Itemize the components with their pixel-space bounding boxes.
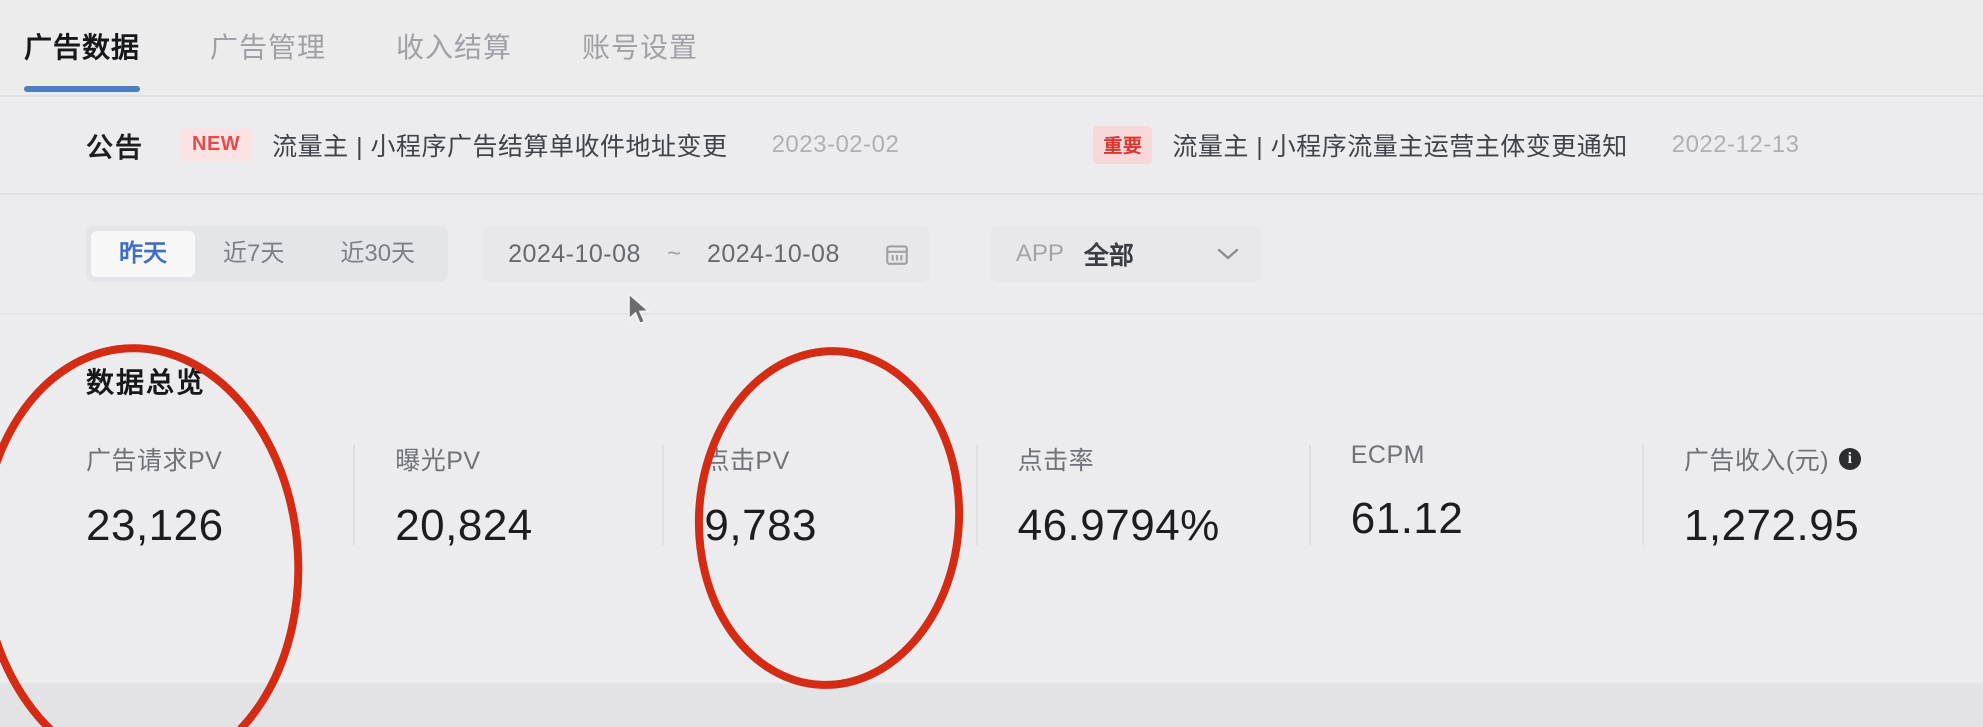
announcement-date: 2023-02-02: [771, 131, 900, 158]
metric-label: ECPM: [1351, 441, 1642, 470]
badge-new: NEW: [180, 129, 253, 161]
metric-label-text: 点击PV: [704, 447, 790, 475]
app-filter-value: 全部: [1083, 242, 1134, 270]
metric-label: 广告收入(元) i: [1684, 441, 1983, 477]
announcement-item-1[interactable]: NEW 流量主 | 小程序广告结算单收件地址变更 2023-02-02: [180, 127, 899, 163]
preset-last-7-days[interactable]: 近7天: [195, 231, 312, 277]
overview-title: 数据总览: [86, 367, 207, 398]
announcement-link[interactable]: 流量主 | 小程序流量主运营主体变更通知: [1172, 127, 1627, 163]
badge-important: 重要: [1093, 126, 1153, 164]
metric-label-text: ECPM: [1350, 441, 1425, 469]
tab-label: 广告数据: [24, 32, 141, 63]
data-overview-section: 数据总览 广告请求PV 23,126 曝光PV 20,824 点击PV 9,78…: [0, 315, 1983, 727]
metric-value: 46.9794%: [1017, 501, 1220, 550]
announcement-date: 2022-12-13: [1671, 131, 1800, 158]
metric-value: 1,272.95: [1683, 501, 1860, 550]
metric-list: 广告请求PV 23,126 曝光PV 20,824 点击PV 9,783 点击率: [86, 441, 1983, 551]
tab-account-settings[interactable]: 账号设置: [582, 0, 732, 66]
metric-label: 点击率: [1018, 441, 1309, 477]
page-bottom-strip: [0, 683, 1983, 727]
metric-label-text: 点击率: [1017, 447, 1095, 475]
date-preset-group: 昨天 近7天 近30天: [86, 226, 449, 282]
announcement-bar: 公告 NEW 流量主 | 小程序广告结算单收件地址变更 2023-02-02 重…: [0, 97, 1983, 195]
metric-value: 23,126: [86, 501, 224, 550]
filter-bar: 昨天 近7天 近30天 2024-10-08 ~ 2024-10-08 APP …: [0, 195, 1983, 315]
metric-label-text: 广告请求PV: [86, 447, 223, 475]
metric-label: 曝光PV: [395, 441, 662, 477]
metric-ad-revenue: 广告收入(元) i 1,272.95: [1641, 441, 1983, 551]
main-tabbar: 广告数据 广告管理 收入结算 账号设置: [0, 0, 1983, 97]
tab-ad-data[interactable]: 广告数据: [24, 0, 174, 92]
announcement-title: 公告: [86, 132, 144, 163]
info-icon[interactable]: i: [1839, 448, 1862, 470]
ad-data-page: 广告数据 广告管理 收入结算 账号设置 公告 NEW 流量主 | 小程序广告结算…: [0, 0, 1983, 727]
metric-ad-request-pv: 广告请求PV 23,126: [86, 441, 353, 551]
date-range-picker[interactable]: 2024-10-08 ~ 2024-10-08: [482, 226, 930, 282]
date-start-value[interactable]: 2024-10-08: [508, 240, 641, 269]
metric-label: 广告请求PV: [86, 441, 353, 477]
metric-label-text: 广告收入(元): [1683, 447, 1830, 475]
calendar-icon[interactable]: [884, 241, 910, 267]
metric-ecpm: ECPM 61.12: [1308, 441, 1642, 545]
preset-yesterday[interactable]: 昨天: [91, 231, 195, 277]
app-filter-label: APP: [1015, 240, 1064, 267]
tab-list: 广告数据 广告管理 收入结算 账号设置: [24, 0, 1983, 95]
metric-value: 20,824: [395, 501, 533, 550]
metric-click-rate: 点击率 46.9794%: [975, 441, 1309, 551]
tab-label: 账号设置: [582, 32, 699, 63]
metric-value: 9,783: [704, 501, 818, 550]
announcement-item-2[interactable]: 重要 流量主 | 小程序流量主运营主体变更通知 2022-12-13: [1093, 126, 1799, 164]
active-tab-indicator: [24, 86, 141, 92]
metric-exposure-pv: 曝光PV 20,824: [353, 441, 662, 551]
tab-income-settlement[interactable]: 收入结算: [396, 0, 546, 66]
date-end-value[interactable]: 2024-10-08: [707, 240, 840, 269]
app-filter-select[interactable]: APP 全部: [989, 226, 1262, 282]
tab-label: 收入结算: [396, 32, 513, 63]
metric-value: 61.12: [1350, 494, 1464, 543]
metric-label: 点击PV: [704, 441, 975, 477]
announcement-link[interactable]: 流量主 | 小程序广告结算单收件地址变更: [272, 127, 727, 163]
tab-label: 广告管理: [210, 32, 327, 63]
chevron-down-icon[interactable]: [1216, 247, 1240, 261]
tab-ad-management[interactable]: 广告管理: [210, 0, 360, 66]
metric-label-text: 曝光PV: [395, 447, 481, 475]
metric-click-pv: 点击PV 9,783: [662, 441, 975, 551]
date-range-separator: ~: [666, 240, 681, 267]
preset-last-30-days[interactable]: 近30天: [312, 231, 443, 277]
